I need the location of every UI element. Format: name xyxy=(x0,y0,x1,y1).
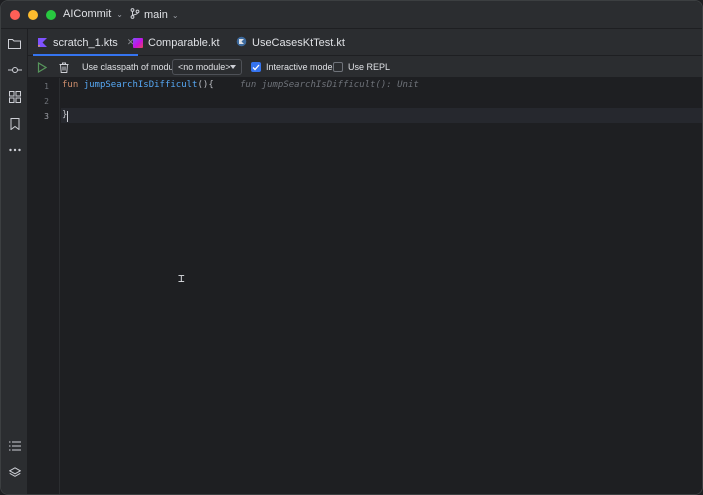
kotlin-script-file-icon xyxy=(37,37,48,48)
interactive-mode-toggle[interactable]: Interactive mode xyxy=(251,56,333,78)
mouse-ibeam-cursor-icon: ⌶ xyxy=(178,272,185,285)
line-number: 3 xyxy=(44,112,49,121)
more-tools-icon[interactable] xyxy=(6,141,23,158)
project-folder-icon[interactable] xyxy=(6,35,23,52)
structure-icon[interactable] xyxy=(6,88,23,105)
use-repl-label: Use REPL xyxy=(348,62,391,72)
bookmark-icon[interactable] xyxy=(6,115,23,132)
tool-window-strip xyxy=(1,29,28,494)
tab-label: scratch_1.kts xyxy=(53,36,118,49)
line-number-gutter: 1 2 3 xyxy=(28,78,60,494)
chevron-down-icon: ⌄ xyxy=(171,10,179,20)
project-name: AICommit xyxy=(63,8,112,20)
current-line-highlight xyxy=(61,108,702,123)
commit-icon[interactable] xyxy=(6,61,23,78)
code-keyword: fun xyxy=(62,80,79,90)
git-branch-icon xyxy=(130,8,140,22)
ide-window: AICommit ⌄ main ⌄ scratch_1.kts ✕ Compar… xyxy=(0,0,703,495)
code-parens: () xyxy=(197,80,209,90)
run-scratch-button[interactable] xyxy=(37,56,47,78)
chevron-down-icon: ⌄ xyxy=(116,9,123,19)
tab-scratch-1-kts[interactable]: scratch_1.kts ✕ xyxy=(32,29,139,56)
todo-list-icon[interactable] xyxy=(6,437,23,454)
interactive-mode-label: Interactive mode xyxy=(266,62,333,72)
code-editor[interactable]: 1 2 3 fun jumpSearchIsDifficult(){ fun j… xyxy=(28,78,702,494)
dropdown-caret-icon xyxy=(230,65,236,69)
module-select-value: <no module> xyxy=(178,62,231,72)
code-function-name: jumpSearchIsDifficult xyxy=(83,80,198,90)
checkmark-icon xyxy=(252,64,260,70)
code-line-1: fun jumpSearchIsDifficult(){ xyxy=(62,80,214,90)
module-select[interactable]: <no module> xyxy=(172,59,242,75)
minimize-window-button[interactable] xyxy=(28,10,38,20)
layers-icon[interactable] xyxy=(6,464,23,481)
title-bar: AICommit ⌄ main ⌄ xyxy=(1,1,702,29)
use-repl-toggle[interactable]: Use REPL xyxy=(333,56,390,78)
tab-comparable-kt[interactable]: Comparable.kt xyxy=(133,29,220,56)
close-window-button[interactable] xyxy=(10,10,20,20)
tab-usecaseskttest-kt[interactable]: UseCasesKtTest.kt xyxy=(236,29,345,56)
window-controls xyxy=(10,10,56,20)
project-selector[interactable]: AICommit ⌄ xyxy=(63,8,123,20)
branch-selector[interactable]: main ⌄ xyxy=(130,8,179,22)
run-icon xyxy=(37,61,47,73)
trash-icon xyxy=(59,62,69,73)
inlay-hint: fun jumpSearchIsDifficult(): Unit xyxy=(240,80,419,90)
tab-label: Comparable.kt xyxy=(148,36,220,49)
editor-tabs: scratch_1.kts ✕ Comparable.kt UseCasesKt… xyxy=(28,29,702,56)
classpath-label: Use classpath of module xyxy=(82,62,181,72)
kotlin-test-file-icon xyxy=(236,36,247,50)
line-number: 1 xyxy=(44,82,49,91)
tab-label: UseCasesKtTest.kt xyxy=(252,36,345,49)
use-repl-checkbox[interactable] xyxy=(333,62,343,72)
interactive-mode-checkbox[interactable] xyxy=(251,62,261,72)
line-number: 2 xyxy=(44,97,49,106)
text-cursor xyxy=(67,111,68,122)
kotlin-file-icon xyxy=(133,37,143,48)
maximize-window-button[interactable] xyxy=(46,10,56,20)
code-open-brace: { xyxy=(208,80,214,90)
branch-name: main xyxy=(144,9,168,21)
clear-results-button[interactable] xyxy=(59,56,69,78)
scratch-toolbar: Use classpath of module <no module> Inte… xyxy=(28,56,702,78)
